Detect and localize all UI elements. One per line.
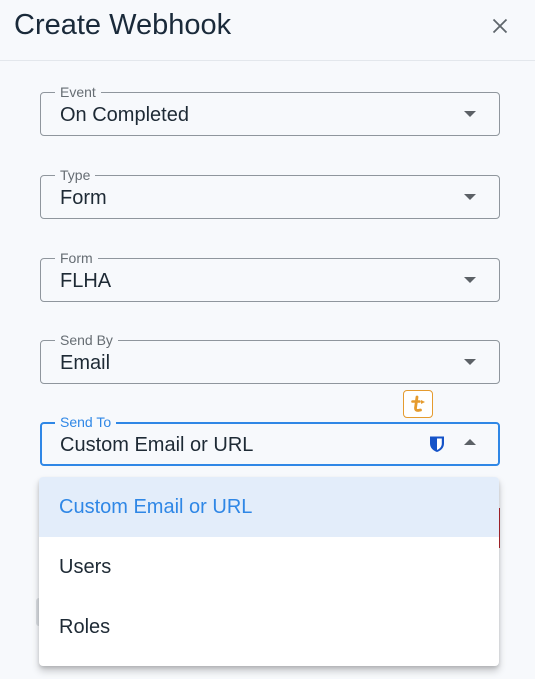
type-label: Type — [55, 167, 96, 183]
send-to-dropdown-menu: Custom Email or URL Users Roles — [39, 477, 499, 666]
extension-icon — [411, 395, 425, 412]
type-select[interactable]: Type Form — [40, 167, 500, 219]
event-label: Event — [55, 84, 101, 100]
form-select[interactable]: Form FLHA — [40, 250, 500, 302]
form-label: Form — [55, 250, 98, 266]
shield-icon[interactable] — [429, 435, 445, 453]
send-by-label: Send By — [55, 332, 118, 348]
dialog-header: Create Webhook — [0, 0, 535, 61]
event-select[interactable]: Event On Completed — [40, 84, 500, 136]
chevron-down-icon — [464, 194, 476, 200]
form-value: FLHA — [60, 270, 112, 292]
option-roles[interactable]: Roles — [39, 597, 499, 657]
option-users[interactable]: Users — [39, 537, 499, 597]
chevron-down-icon — [464, 277, 476, 283]
chevron-up-icon — [464, 439, 476, 445]
event-value: On Completed — [60, 104, 189, 126]
close-icon — [492, 18, 508, 34]
dialog-title: Create Webhook — [14, 9, 232, 41]
chevron-down-icon — [464, 111, 476, 117]
send-to-select[interactable]: Send To Custom Email or URL — [40, 414, 500, 466]
option-custom-email-or-url[interactable]: Custom Email or URL — [39, 477, 499, 537]
send-to-label: Send To — [55, 414, 117, 430]
type-value: Form — [60, 187, 107, 209]
send-by-select[interactable]: Send By Email — [40, 332, 500, 384]
send-to-value: Custom Email or URL — [60, 434, 254, 456]
send-by-value: Email — [60, 352, 111, 374]
chevron-down-icon — [464, 359, 476, 365]
extension-badge[interactable] — [403, 390, 433, 418]
close-button[interactable] — [486, 12, 514, 40]
